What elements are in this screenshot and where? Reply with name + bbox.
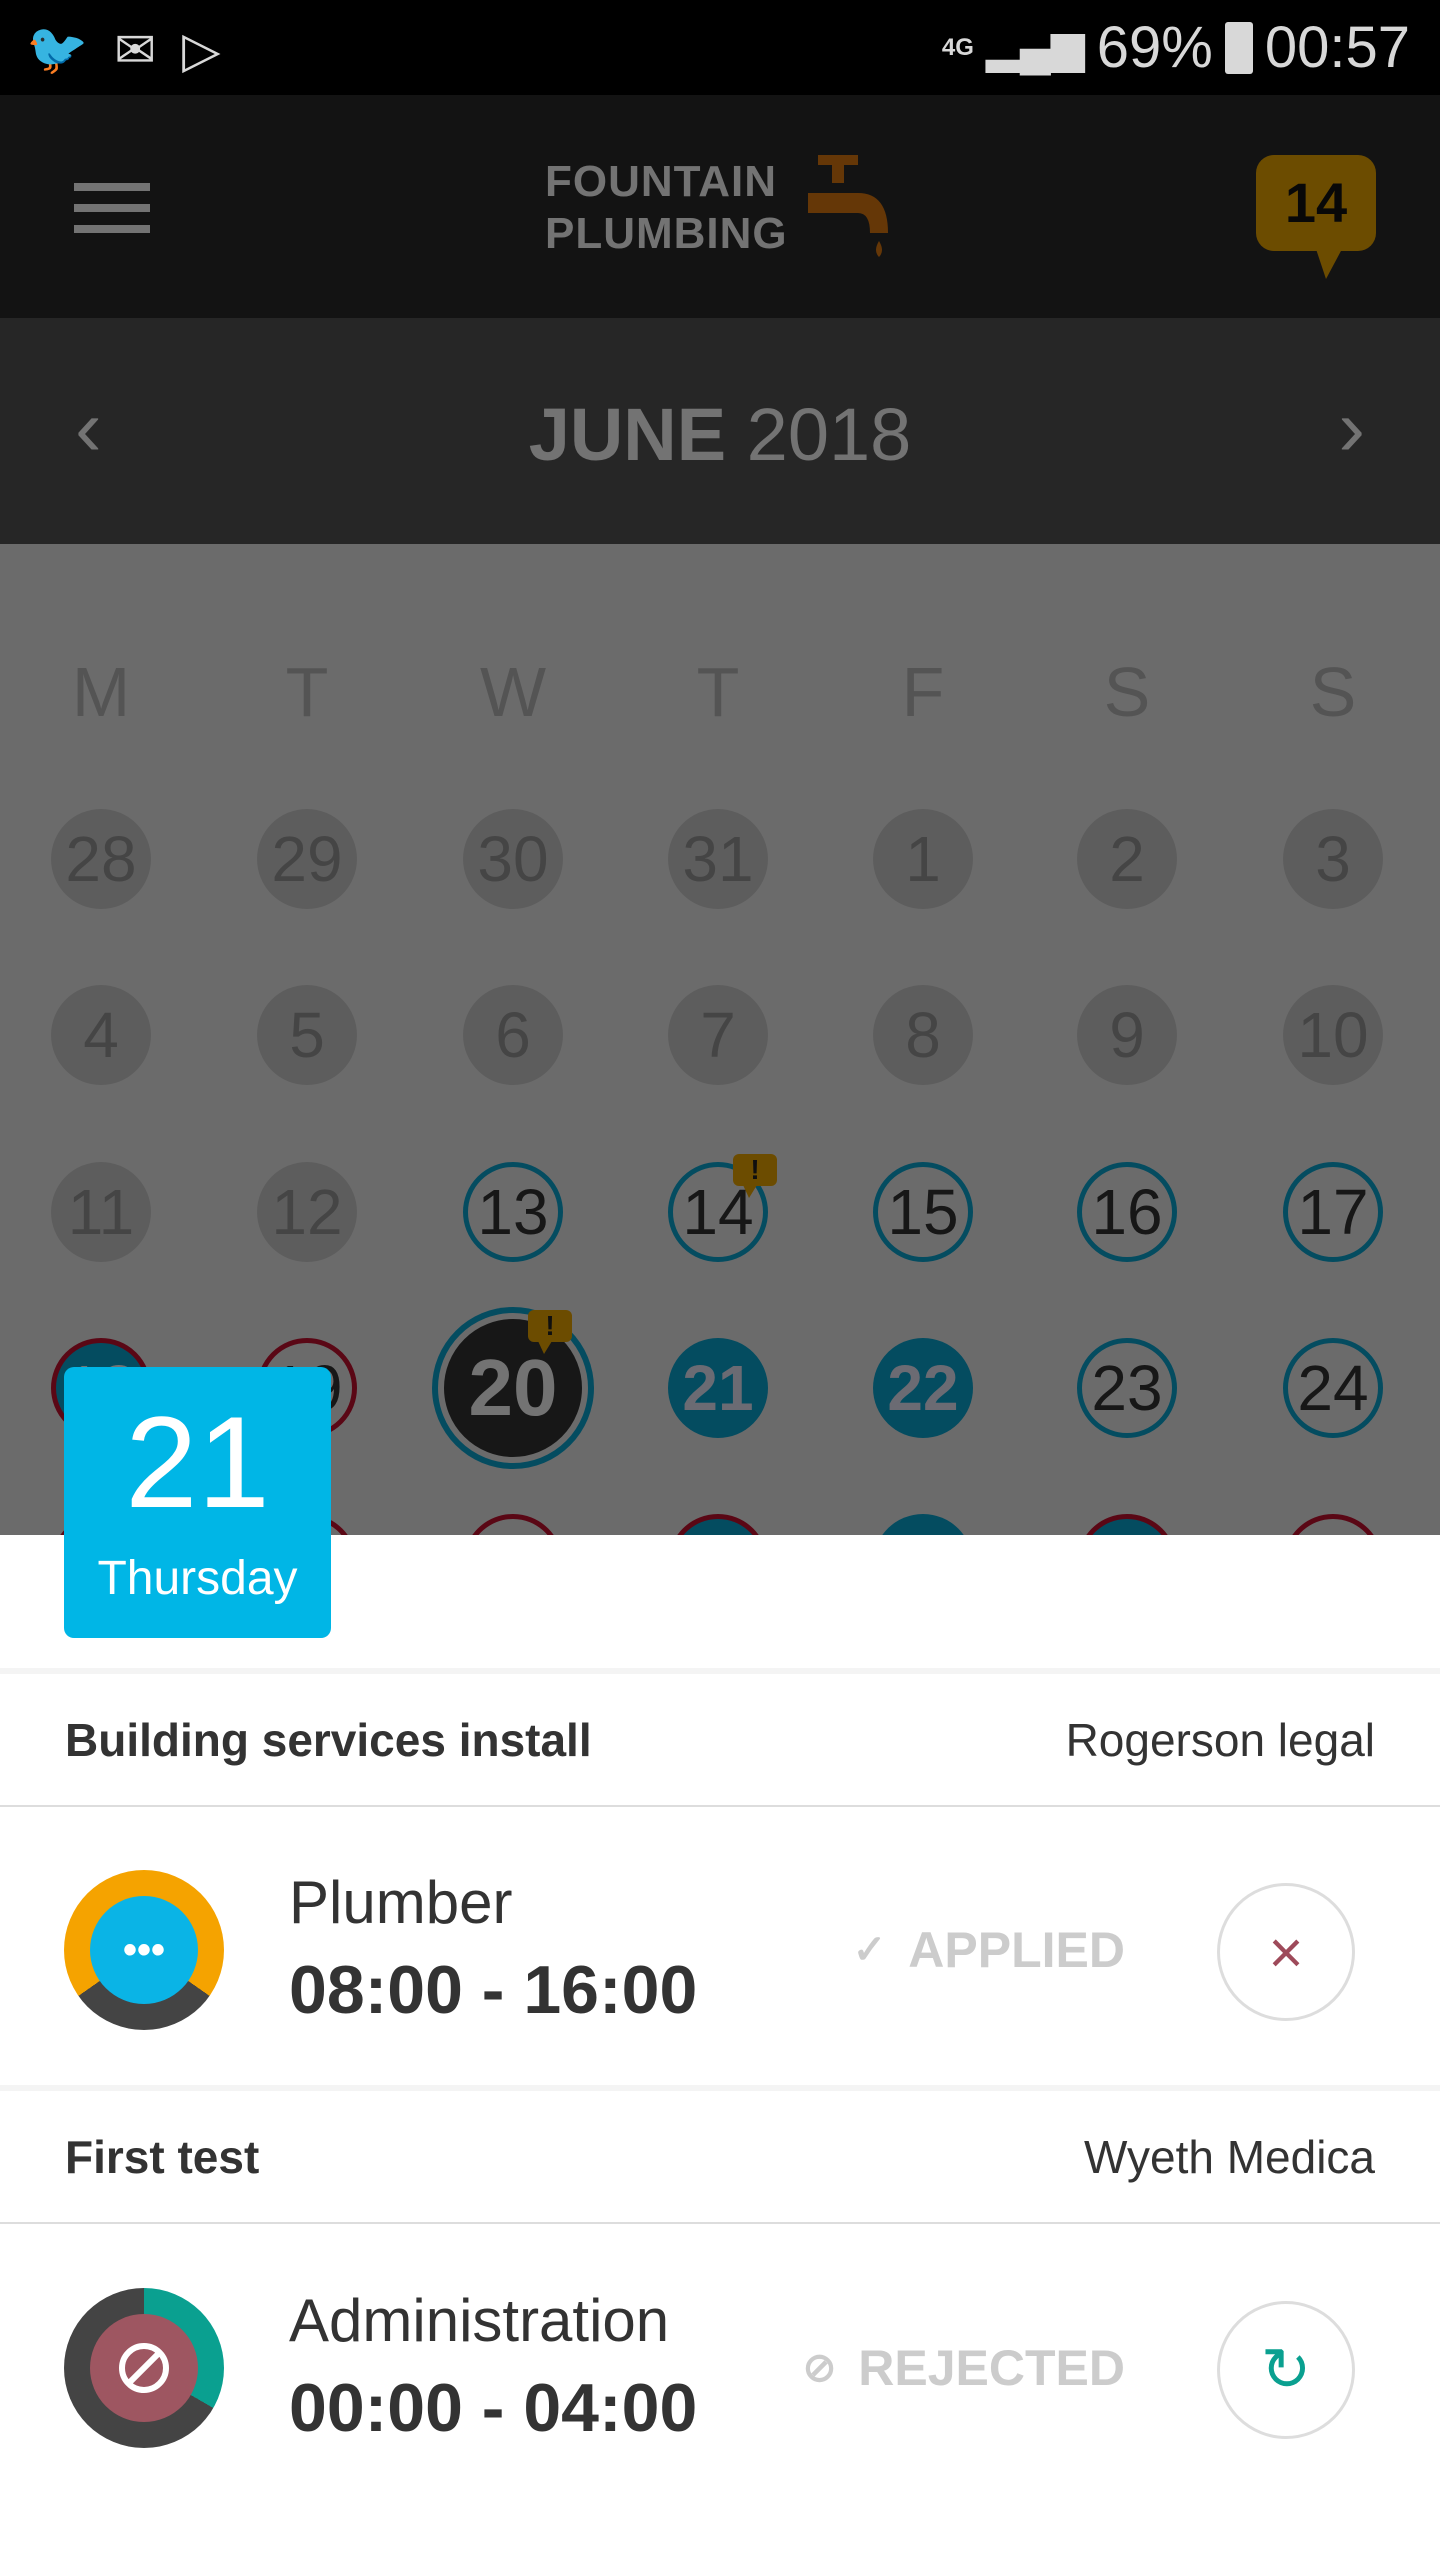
group-title: First test: [65, 2130, 260, 2183]
weekday-label: S: [1103, 653, 1151, 731]
calendar-day[interactable]: 15: [873, 1162, 973, 1262]
calendar-day[interactable]: 6: [463, 985, 563, 1085]
weekday-label: T: [285, 653, 329, 731]
job-avatar: •••: [64, 1870, 224, 2030]
calendar-day[interactable]: 2: [1077, 809, 1177, 909]
network-type: 4G: [941, 33, 974, 61]
logo-line1: FOUNTAIN: [545, 157, 778, 206]
calendar-day[interactable]: 30: [463, 809, 563, 909]
battery-icon: [1224, 21, 1253, 74]
weekday-label: F: [901, 653, 945, 731]
job-status: ⊘ REJECTED: [803, 2339, 1125, 2397]
app-header: FOUNTAIN PLUMBING 14: [0, 95, 1440, 318]
more-icon: •••: [90, 1896, 198, 2004]
cancel-icon: ×: [1268, 1918, 1304, 1986]
calendar-day[interactable]: 28: [51, 809, 151, 909]
job-item[interactable]: ••• Plumber 08:00 - 16:00 ✓ APPLIED ×: [0, 1813, 1440, 2087]
group-client: Rogerson legal: [1065, 1713, 1375, 1766]
job-time: 08:00 - 16:00: [289, 1952, 698, 2028]
status-bar: 🐦 ✉ ▷ 4G ▂▄▆ 69% 00:57: [0, 0, 1440, 95]
battery-percent: 69%: [1096, 15, 1213, 80]
group-header: First test Wyeth Medica: [0, 2085, 1440, 2224]
notifications-badge[interactable]: 14: [1256, 155, 1376, 279]
twitter-icon: 🐦: [26, 21, 89, 77]
play-store-icon: ▷: [182, 21, 221, 78]
tap-icon: [807, 155, 888, 257]
cancel-button[interactable]: ×: [1217, 1883, 1355, 2021]
job-role: Plumber: [289, 1869, 513, 1936]
alert-badge: !: [733, 1154, 777, 1198]
month-navigation: ‹ JUNE 2018 ›: [0, 318, 1440, 544]
alert-badge: !: [528, 1310, 572, 1354]
calendar-day[interactable]: 17: [1283, 1162, 1383, 1262]
calendar-day[interactable]: 24: [1283, 1338, 1383, 1438]
weekday-label: M: [71, 653, 131, 731]
selected-day-number: 21: [125, 1389, 270, 1535]
calendar-day[interactable]: 9: [1077, 985, 1177, 1085]
calendar-day[interactable]: 31: [668, 809, 768, 909]
calendar-day[interactable]: 13: [463, 1162, 563, 1262]
selected-weekday: Thursday: [97, 1552, 298, 1605]
clock: 00:57: [1264, 15, 1410, 80]
day-detail-sheet: Building services install Rogerson legal…: [0, 1535, 1440, 2560]
prohibited-icon: [90, 2314, 198, 2422]
prohibited-icon: ⊘: [802, 2346, 837, 2390]
calendar-day[interactable]: 29: [873, 1514, 973, 1535]
undo-icon: ↻: [1260, 2336, 1312, 2403]
logo-line2: PLUMBING: [545, 209, 788, 258]
calendar-day[interactable]: 28: [668, 1514, 768, 1535]
status-label: APPLIED: [908, 1922, 1125, 1978]
calendar-day[interactable]: 12: [257, 1162, 357, 1262]
group-client: Wyeth Medica: [1083, 2130, 1375, 2183]
weekday-label: W: [479, 653, 547, 731]
calendar-day[interactable]: 10: [1283, 985, 1383, 1085]
undo-button[interactable]: ↻: [1217, 2301, 1355, 2439]
calendar-day[interactable]: 22: [873, 1338, 973, 1438]
calendar-day[interactable]: 30: [1077, 1514, 1177, 1535]
calendar-day[interactable]: 1: [1283, 1514, 1383, 1535]
status-label: REJECTED: [858, 2340, 1125, 2396]
group-header: Building services install Rogerson legal: [0, 1668, 1440, 1807]
gmail-icon: ✉: [114, 21, 157, 78]
year: 2018: [746, 393, 912, 476]
calendar-day[interactable]: 1: [873, 809, 973, 909]
calendar-day[interactable]: 11: [51, 1162, 151, 1262]
calendar-day[interactable]: 27: [463, 1514, 563, 1535]
calendar-day[interactable]: 5: [257, 985, 357, 1085]
selected-date-card: 21 Thursday: [64, 1367, 331, 1638]
calendar-day[interactable]: 7: [668, 985, 768, 1085]
calendar-day[interactable]: 23: [1077, 1338, 1177, 1438]
job-role: Administration: [289, 2287, 670, 2354]
job-item[interactable]: Administration 00:00 - 04:00 ⊘ REJECTED ↻: [0, 2231, 1440, 2505]
logo: FOUNTAIN PLUMBING: [545, 153, 898, 263]
weekday-label: T: [696, 653, 740, 731]
signal-icon: ▂▄▆: [985, 23, 1085, 72]
calendar-day[interactable]: 4: [51, 985, 151, 1085]
job-status: ✓ APPLIED: [853, 1921, 1125, 1979]
calendar-day[interactable]: 3: [1283, 809, 1383, 909]
menu-icon[interactable]: [74, 183, 150, 233]
month-name: JUNE: [528, 393, 727, 476]
calendar-day[interactable]: 29: [257, 809, 357, 909]
job-time: 00:00 - 04:00: [289, 2370, 698, 2446]
calendar-day[interactable]: 8: [873, 985, 973, 1085]
month-title: JUNE 2018: [0, 392, 1440, 477]
check-icon: ✓: [852, 1928, 887, 1972]
calendar-day[interactable]: 21: [668, 1338, 768, 1438]
calendar-day[interactable]: 16: [1077, 1162, 1177, 1262]
job-avatar: [64, 2288, 224, 2448]
group-title: Building services install: [65, 1713, 592, 1766]
weekday-label: S: [1309, 653, 1357, 731]
next-month-button[interactable]: ›: [1338, 388, 1365, 468]
